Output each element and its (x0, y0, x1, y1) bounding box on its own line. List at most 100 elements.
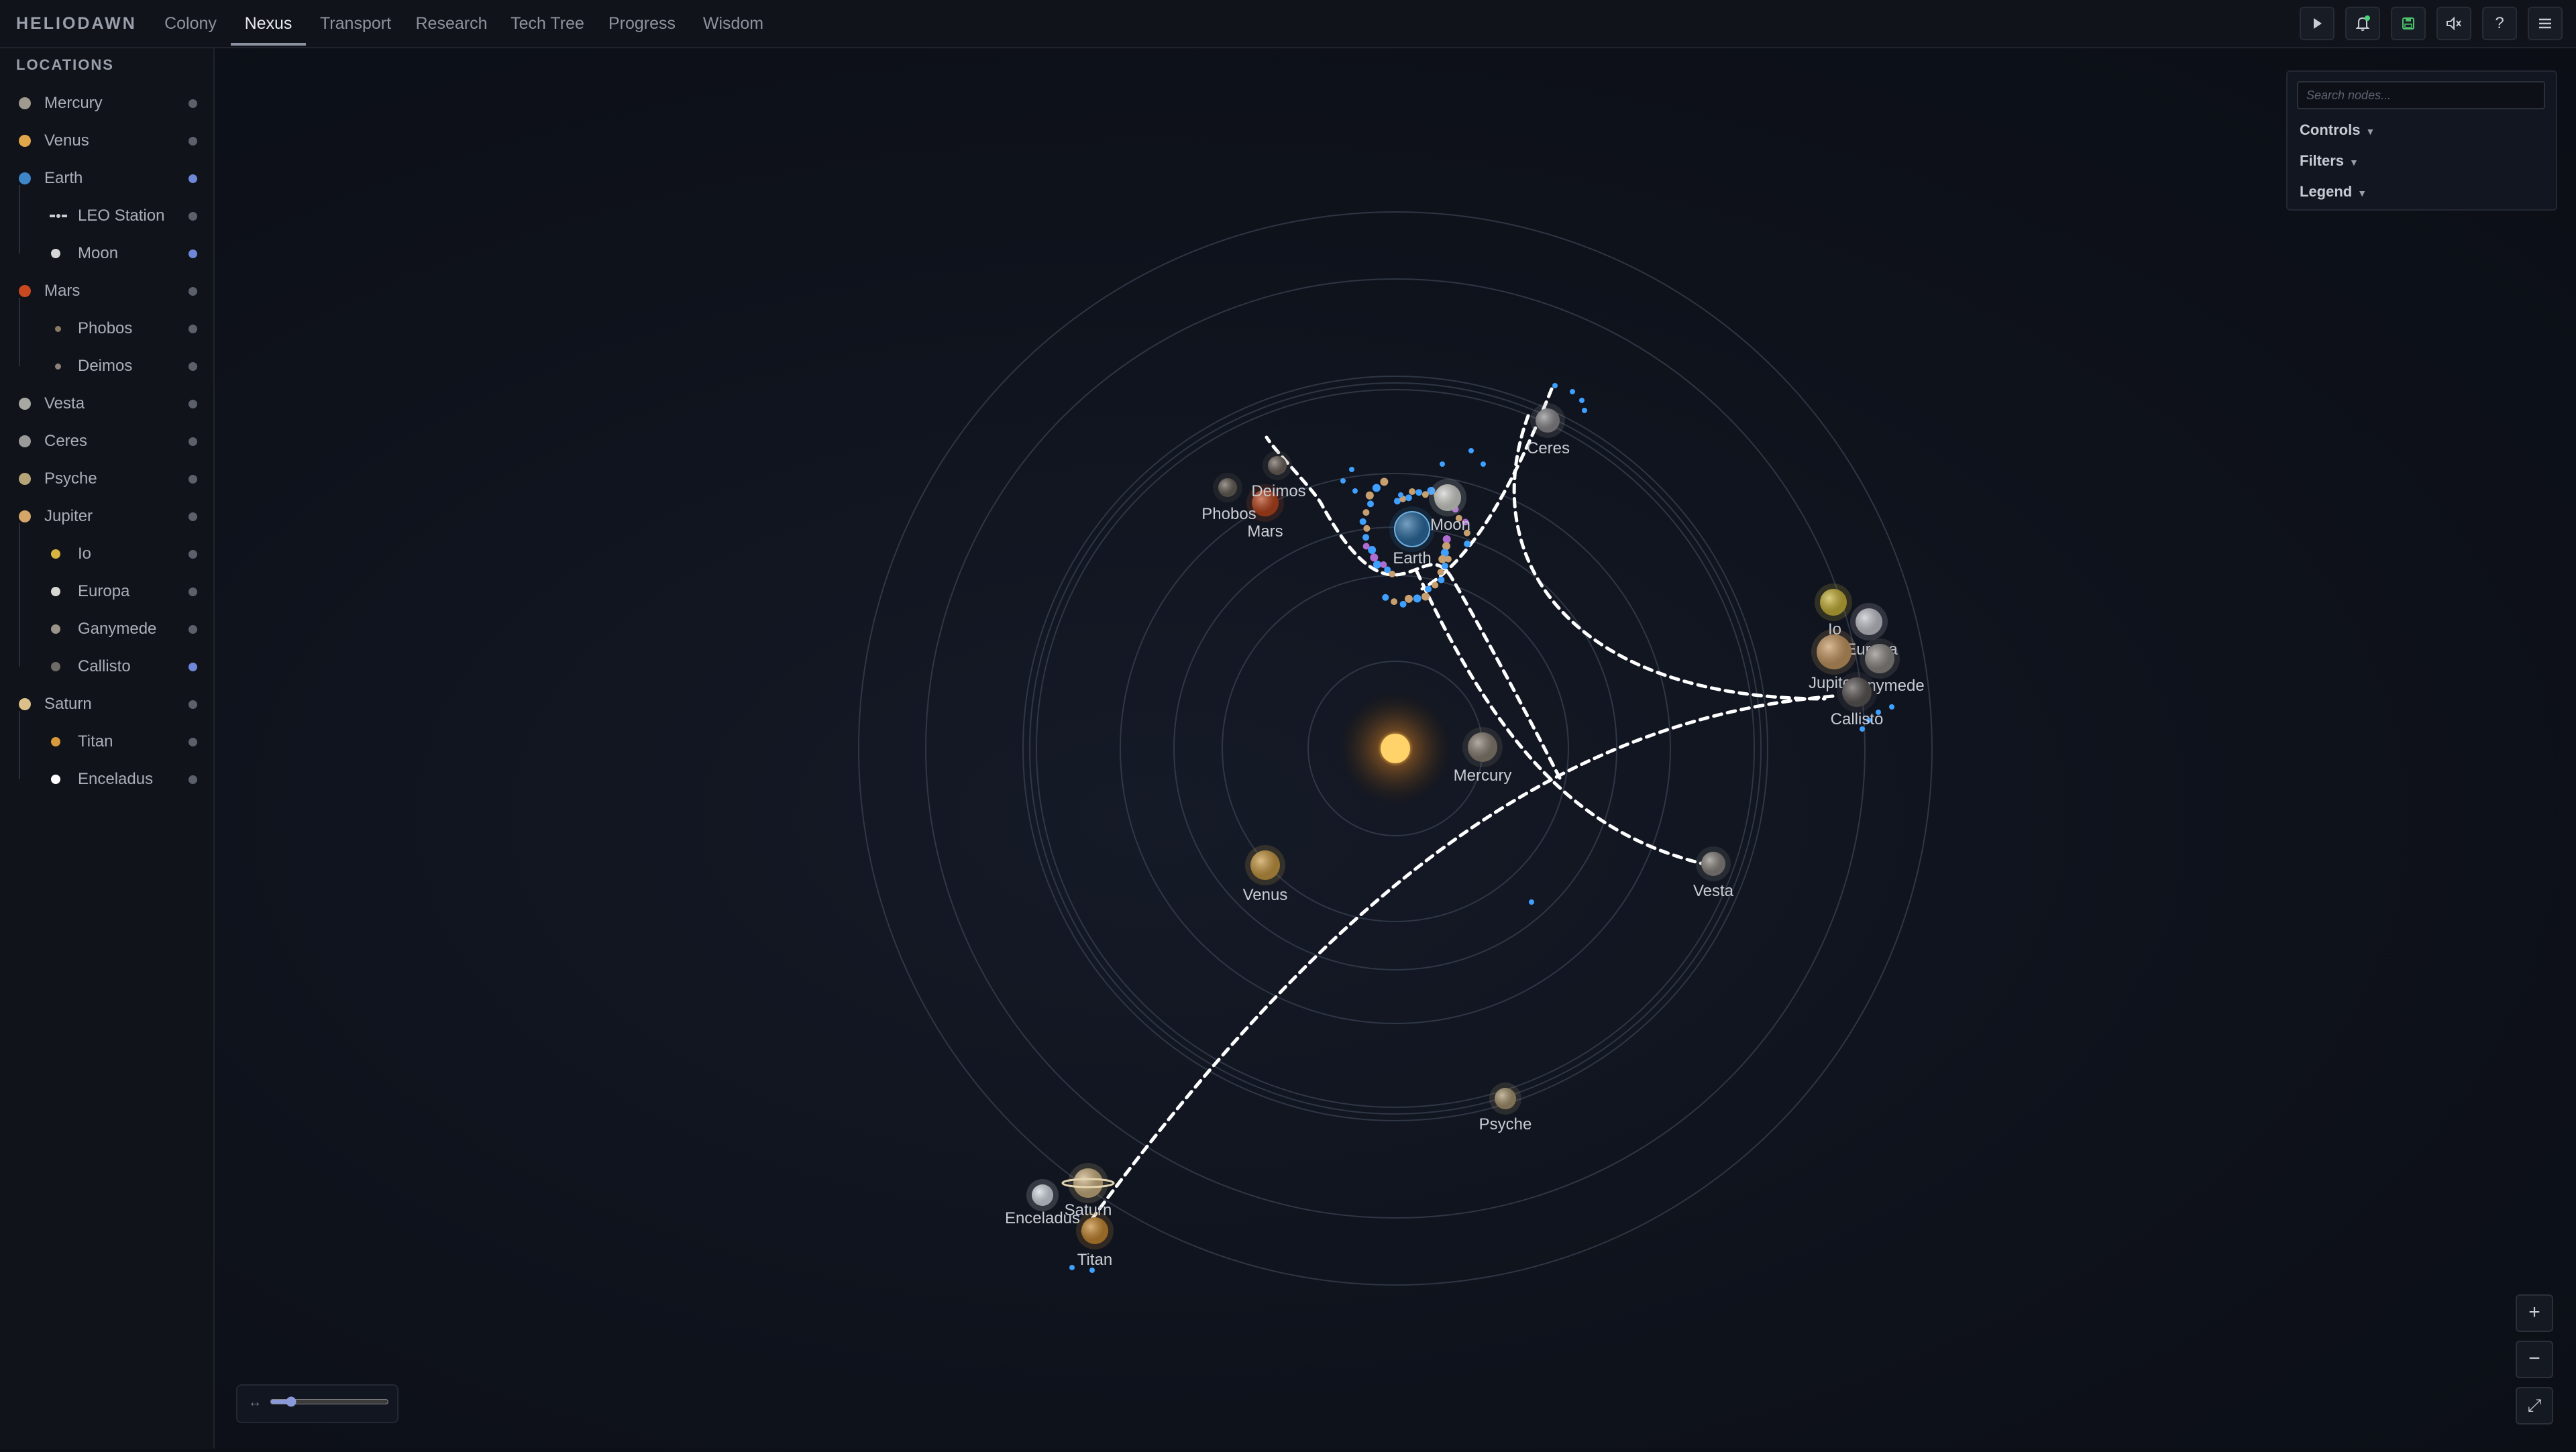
sidebar-item-mercury[interactable]: Mercury (0, 85, 213, 122)
sidebar-item-phobos[interactable]: Phobos (0, 310, 213, 347)
psyche-shading (1495, 1088, 1516, 1109)
tab-progress[interactable]: Progress (601, 0, 683, 46)
sidebar-item-ganymede[interactable]: Ganymede (0, 610, 213, 648)
status-indicator (189, 437, 197, 446)
satellite-swarm-dot (1367, 500, 1374, 508)
legend-label: Legend (2300, 183, 2353, 200)
mars-color-dot (19, 285, 31, 297)
satellite-swarm-dot (1437, 569, 1444, 576)
help-icon: ? (2495, 14, 2504, 32)
tab-colony[interactable]: Colony (158, 0, 223, 46)
sidebar-item-enceladus[interactable]: Enceladus (0, 761, 213, 798)
status-indicator (189, 550, 197, 559)
station-dot (1440, 461, 1445, 467)
tab-nexus[interactable]: Nexus (231, 0, 306, 46)
status-indicator (189, 99, 197, 108)
sidebar-item-saturn[interactable]: Saturn (0, 685, 213, 723)
sidebar-item-label: Mars (44, 282, 80, 300)
save-button[interactable] (2391, 7, 2426, 40)
tab-transport[interactable]: Transport (315, 0, 396, 46)
sidebar-item-label: Callisto (78, 657, 131, 675)
mercury-color-dot (19, 97, 31, 109)
station-dot (1398, 492, 1403, 498)
zoom-in-button[interactable]: + (2516, 1294, 2553, 1332)
tab-wisdom[interactable]: Wisdom (694, 0, 773, 46)
jupiter-color-dot (19, 510, 31, 522)
satellite-swarm-dot (1399, 600, 1407, 608)
help-button[interactable]: ? (2482, 7, 2517, 40)
tab-research[interactable]: Research (409, 0, 494, 46)
status-indicator (189, 663, 197, 671)
legend-section-toggle[interactable]: Legend ▼ (2300, 183, 2367, 201)
sidebar-item-label: Io (78, 545, 92, 563)
sidebar-item-leo-station[interactable]: LEO Station (0, 197, 213, 235)
sidebar-item-moon[interactable]: Moon (0, 235, 213, 272)
sidebar-item-callisto[interactable]: Callisto (0, 648, 213, 685)
ganymede-shading (1865, 644, 1894, 673)
vesta-shading (1701, 852, 1725, 876)
sidebar-item-titan[interactable]: Titan (0, 723, 213, 761)
filters-section-toggle[interactable]: Filters ▼ (2300, 152, 2359, 170)
vesta-label: Vesta (1693, 882, 1734, 900)
satellite-swarm-dot (1382, 594, 1389, 601)
sidebar-item-jupiter[interactable]: Jupiter (0, 498, 213, 535)
enceladus-shading (1032, 1184, 1053, 1206)
europa-color-dot (51, 587, 60, 596)
sidebar-item-label: Titan (78, 732, 113, 750)
search-nodes-input[interactable] (2297, 81, 2545, 109)
controls-section-toggle[interactable]: Controls ▼ (2300, 121, 2375, 139)
nexus-map[interactable]: Mercury Venus Earth Moon Mars Phobos Deimos Cer… (215, 48, 2576, 1449)
zoom-out-button[interactable]: − (2516, 1341, 2553, 1378)
mute-button[interactable] (2436, 7, 2471, 40)
satellite-swarm-dot (1363, 524, 1371, 532)
sidebar-item-label: Jupiter (44, 507, 93, 525)
deimos-color-dot (55, 364, 61, 370)
sidebar-item-label: Vesta (44, 394, 85, 412)
satellite-swarm-dot (1415, 489, 1423, 496)
status-indicator (189, 249, 197, 258)
sidebar-item-label: LEO Station (78, 207, 165, 225)
caret-down-icon: ▼ (2365, 126, 2375, 137)
sidebar-item-label: Ceres (44, 432, 88, 450)
moon-color-dot (51, 249, 60, 258)
sidebar-item-ceres[interactable]: Ceres (0, 423, 213, 460)
station-dot (1340, 478, 1346, 484)
deimos-shading (1268, 456, 1287, 475)
station-dot (1481, 461, 1486, 467)
satellite-swarm-dot (1441, 562, 1448, 569)
sidebar-item-io[interactable]: Io (0, 535, 213, 573)
sidebar-item-vesta[interactable]: Vesta (0, 385, 213, 423)
sidebar-item-psyche[interactable]: Psyche (0, 460, 213, 498)
station-dot (1552, 383, 1558, 388)
sidebar-item-mars[interactable]: Mars (0, 272, 213, 310)
status-indicator (189, 625, 197, 634)
sidebar-item-earth[interactable]: Earth (0, 160, 213, 197)
ceres-color-dot (19, 435, 31, 447)
sidebar-item-venus[interactable]: Venus (0, 122, 213, 160)
satellite-swarm-dot (1421, 592, 1430, 601)
station-dot (1468, 448, 1474, 453)
phobos-color-dot (55, 326, 61, 332)
sidebar-item-europa[interactable]: Europa (0, 573, 213, 610)
sidebar-item-deimos[interactable]: Deimos (0, 347, 213, 385)
venus-label: Venus (1243, 886, 1288, 904)
status-indicator (189, 588, 197, 596)
deimos-label: Deimos (1251, 482, 1305, 500)
solar-system-map[interactable]: Mercury Venus Earth Moon MarsPhobos Deimos Cer… (215, 48, 2576, 1449)
main-menu-button[interactable] (2528, 7, 2563, 40)
play-button[interactable] (2300, 7, 2334, 40)
notifications-button[interactable] (2345, 7, 2380, 40)
tab-tech-tree[interactable]: Tech Tree (504, 0, 590, 46)
sidebar-item-label: Moon (78, 244, 119, 262)
venus-color-dot (19, 135, 31, 147)
station-dot (1069, 1265, 1075, 1270)
saturn-shading (1073, 1168, 1103, 1198)
phobos-shading (1218, 478, 1237, 497)
station-dot (1352, 488, 1358, 494)
timeline-slider[interactable] (270, 1396, 389, 1407)
fit-view-button[interactable]: ⤢ (2516, 1387, 2553, 1425)
timeline-control: ↔ (236, 1384, 398, 1423)
status-indicator (189, 137, 197, 146)
sun-icon (1381, 734, 1410, 763)
sidebar-item-label: Enceladus (78, 770, 154, 788)
